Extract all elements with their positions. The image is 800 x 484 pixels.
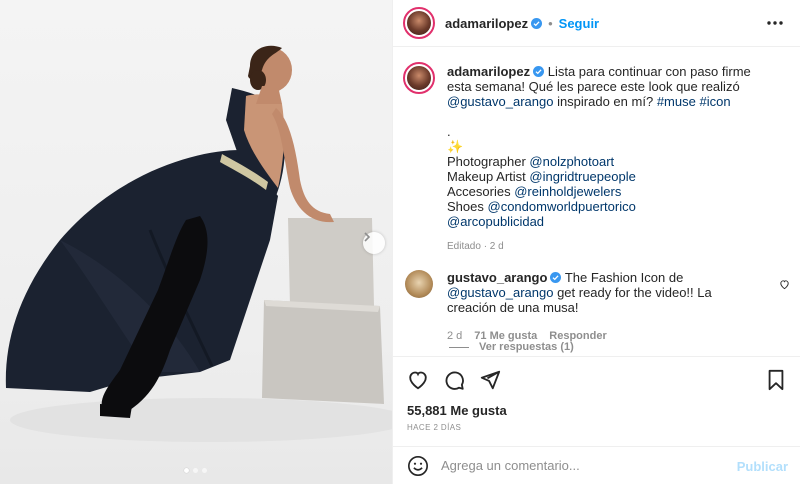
verified-badge-icon	[531, 17, 543, 29]
more-options-icon[interactable]	[766, 14, 784, 32]
credit-photographer: Photographer @nolzphotoart	[447, 154, 757, 169]
next-photo-button[interactable]	[363, 232, 385, 254]
chevron-right-icon	[364, 232, 371, 242]
mention-link[interactable]: @arcopublicidad	[447, 214, 544, 229]
mention-link[interactable]: @reinholdjewelers	[514, 184, 621, 199]
save-bookmark-icon[interactable]	[766, 369, 786, 391]
credit-agency: @arcopublicidad	[447, 214, 757, 229]
caption-text-2: inspirado en mí?	[557, 94, 654, 109]
post-time-ago: HACE 2 DÍAS	[407, 423, 462, 432]
comment-input[interactable]	[441, 458, 731, 473]
credit-label: Accesories	[447, 184, 511, 199]
like-comment-heart-icon[interactable]	[779, 279, 790, 290]
credit-label: Makeup Artist	[447, 169, 526, 184]
post-sidebar: adamarilopez • Seguir adamarilopez Lista…	[393, 0, 800, 484]
carousel-dot	[202, 468, 207, 473]
replies-line	[449, 346, 469, 348]
credit-label: Shoes	[447, 199, 484, 214]
caption-text: adamarilopez Lista para continuar con pa…	[447, 64, 757, 254]
mention-link[interactable]: @gustavo_arango	[447, 94, 553, 109]
comment-text-1: The Fashion Icon de	[564, 270, 684, 285]
comments-area[interactable]: adamarilopez Lista para continuar con pa…	[393, 48, 800, 356]
caption-username[interactable]: adamarilopez	[447, 64, 530, 79]
sparkle-emoji: ✨	[447, 139, 464, 154]
carousel-indicator	[184, 468, 207, 473]
author-username[interactable]: adamarilopez	[445, 16, 528, 31]
credit-makeup: Makeup Artist @ingridtruepeople	[447, 169, 757, 184]
carousel-dot	[193, 468, 198, 473]
verified-badge-icon	[533, 66, 545, 77]
like-count[interactable]: 55,881 Me gusta	[407, 403, 507, 418]
like-heart-icon[interactable]	[407, 369, 429, 391]
header-separator: •	[548, 15, 553, 31]
mention-link[interactable]: @ingridtruepeople	[529, 169, 635, 184]
commenter-username[interactable]: gustavo_arango	[447, 270, 547, 285]
mention-link[interactable]: @gustavo_arango	[447, 285, 553, 300]
hashtag-link[interactable]: #muse	[657, 94, 696, 109]
verified-badge-icon	[550, 272, 562, 283]
author-avatar[interactable]	[403, 7, 435, 39]
post-header: adamarilopez • Seguir	[393, 0, 800, 47]
emoji-icon[interactable]	[407, 455, 429, 477]
carousel-dot	[184, 468, 189, 473]
caption-edited-meta: Editado · 2 d	[447, 241, 504, 252]
instagram-post: adamarilopez • Seguir adamarilopez Lista…	[0, 0, 800, 484]
follow-button[interactable]: Seguir	[559, 16, 599, 31]
add-comment-bar: Publicar	[393, 446, 800, 484]
credit-accessories: Accesories @reinholdjewelers	[447, 184, 757, 199]
mention-link[interactable]: @condomworldpuertorico	[488, 199, 636, 214]
share-send-icon[interactable]	[479, 369, 501, 391]
hashtag-link[interactable]: #icon	[699, 94, 730, 109]
view-replies-label: Ver respuestas (1)	[479, 341, 574, 353]
post-photo[interactable]	[0, 0, 393, 484]
publish-button[interactable]: Publicar	[737, 459, 788, 474]
view-replies-button[interactable]: Ver respuestas (1)	[449, 341, 574, 353]
action-icons	[407, 369, 501, 391]
fashion-photo-illustration	[5, 45, 392, 442]
mention-link[interactable]: @nolzphotoart	[529, 154, 614, 169]
commenter-avatar[interactable]	[405, 270, 433, 298]
credit-shoes: Shoes @condomworldpuertorico	[447, 199, 757, 214]
post-caption: adamarilopez Lista para continuar con pa…	[403, 62, 785, 254]
comment-icon[interactable]	[443, 369, 465, 391]
credit-label: Photographer	[447, 154, 526, 169]
caption-author-avatar[interactable]	[403, 62, 435, 94]
caption-dot: .	[447, 124, 451, 139]
comment-text: gustavo_arango The Fashion Icon de @gust…	[447, 270, 757, 344]
comment-item: gustavo_arango The Fashion Icon de @gust…	[405, 270, 785, 344]
